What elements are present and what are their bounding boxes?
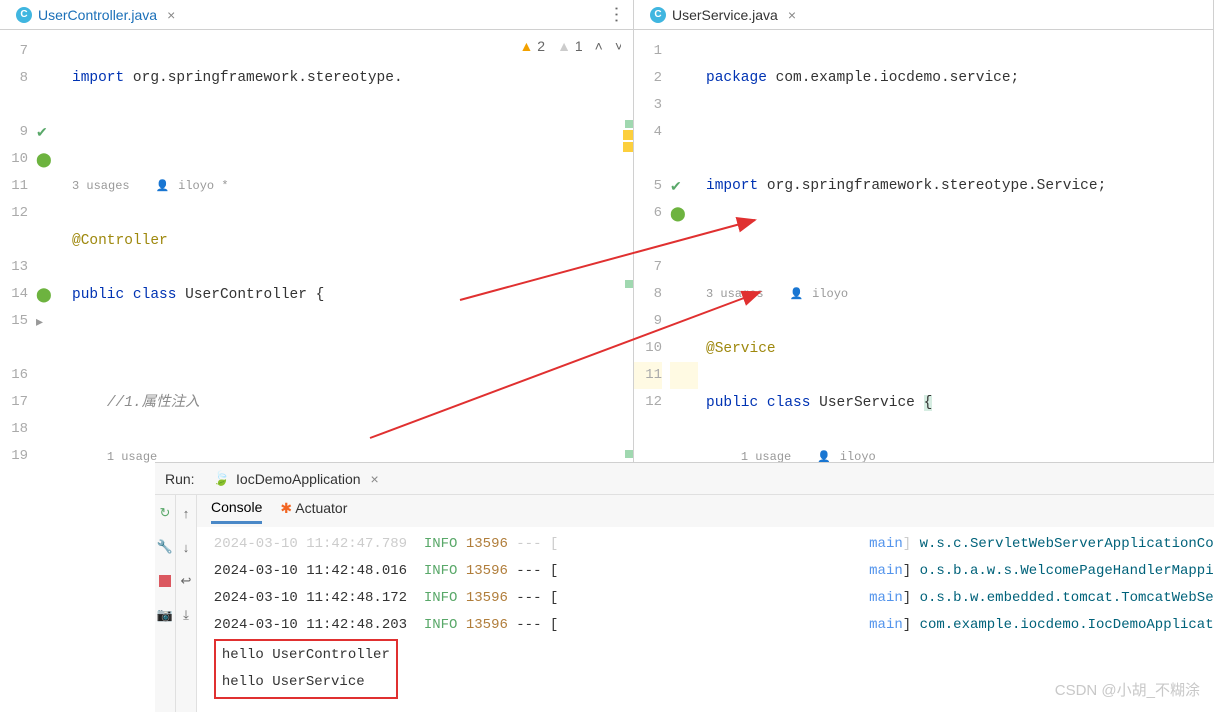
gutter-icons: ✔ ⬤	[670, 30, 698, 465]
warning-icon[interactable]: ▲	[520, 38, 534, 54]
actuator-icon: ✱	[280, 500, 292, 516]
weak-warning-icon[interactable]: ▲	[557, 38, 571, 54]
inspection-bar: ▲ 2 ▲ 1 ˄ ˅	[520, 38, 623, 54]
java-class-icon: C	[650, 7, 666, 23]
line-gutter: 78 9101112 131415 161718192021	[0, 30, 36, 465]
camera-icon[interactable]: 📷	[155, 605, 175, 625]
wrench-icon[interactable]: 🔧	[155, 537, 175, 557]
soft-wrap-icon[interactable]: ↩	[176, 571, 196, 591]
tab-label: UserService.java	[672, 7, 778, 23]
right-code[interactable]: package com.example.iocdemo.service; imp…	[698, 30, 1201, 465]
close-icon[interactable]: ×	[167, 7, 175, 23]
left-code[interactable]: import org.springframework.stereotype. 3…	[64, 30, 621, 465]
left-tab-bar: C UserController.java × ⋯	[0, 0, 633, 30]
tab-label: UserController.java	[38, 7, 157, 23]
gutter-icons: ✔ ⬤ ⬤ ▸	[36, 30, 64, 465]
console-tabs: Console ✱ Actuator	[197, 495, 1214, 527]
close-icon[interactable]: ×	[371, 471, 379, 487]
java-class-icon: C	[16, 7, 32, 23]
scroll-end-icon[interactable]: ⤓	[176, 605, 196, 625]
actuator-tab[interactable]: ✱ Actuator	[280, 500, 347, 523]
line-gutter: 1234 56 789101112	[634, 30, 670, 465]
run-toolbar-left: ↻ 🔧 📷	[155, 495, 176, 712]
tab-userservice[interactable]: C UserService.java ×	[642, 3, 804, 27]
tab-usercontroller[interactable]: C UserController.java ×	[8, 3, 183, 27]
watermark: CSDN @小胡_不糊涂	[1055, 679, 1200, 700]
spring-bean-icon[interactable]: ⬤	[36, 286, 52, 302]
run-gutter-icon[interactable]: ✔	[36, 124, 48, 140]
up-icon[interactable]: ↑	[176, 503, 196, 523]
prev-highlight-icon[interactable]: ˄	[595, 38, 603, 54]
spring-bean-icon[interactable]: ⬤	[670, 205, 686, 221]
error-stripe[interactable]	[1201, 30, 1213, 465]
run-panel: Run: 🍃 IocDemoApplication × ↻ 🔧 📷 ↑ ↓ ↩ …	[155, 462, 1214, 712]
error-stripe[interactable]	[621, 30, 633, 465]
spring-boot-icon: 🍃	[213, 470, 230, 487]
console-tab[interactable]: Console	[211, 499, 262, 524]
more-icon[interactable]: ⋯	[606, 6, 627, 24]
run-label: Run:	[165, 471, 195, 487]
run-gutter-icon[interactable]: ✔	[670, 178, 682, 194]
rerun-icon[interactable]: ↻	[155, 503, 175, 523]
run-config-tab[interactable]: 🍃 IocDemoApplication ×	[205, 466, 387, 491]
down-icon[interactable]: ↓	[176, 537, 196, 557]
run-toolbar-nav: ↑ ↓ ↩ ⤓	[176, 495, 197, 712]
right-tab-bar: C UserService.java ×	[634, 0, 1213, 30]
close-icon[interactable]: ×	[788, 7, 796, 23]
stop-icon[interactable]	[155, 571, 175, 591]
spring-bean-icon[interactable]: ⬤	[36, 151, 52, 167]
